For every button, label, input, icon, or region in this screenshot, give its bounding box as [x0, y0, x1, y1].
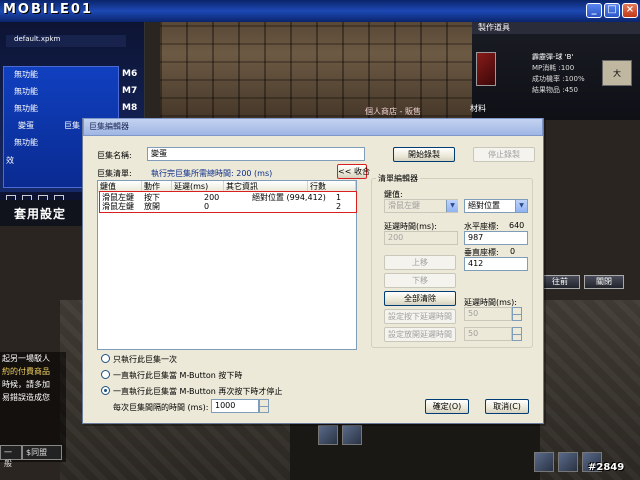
- vertical-coord-value: 0: [510, 247, 516, 256]
- close-icon[interactable]: ×: [622, 3, 638, 18]
- materials-label: 材料: [470, 104, 486, 113]
- chevron-down-icon[interactable]: ▼: [446, 200, 458, 212]
- release-delay-input[interactable]: 50: [464, 327, 512, 341]
- column-header[interactable]: 鍵值: [98, 181, 142, 192]
- crafting-title: 製作道具: [472, 22, 640, 34]
- set-release-delay-button[interactable]: 設定放開延遲時間: [384, 327, 456, 342]
- previous-button[interactable]: 往前: [540, 275, 580, 289]
- ok-button[interactable]: 確定(O): [425, 399, 469, 414]
- restore-icon[interactable]: □: [604, 3, 620, 18]
- macro-editor-dialog: 巨集編輯器 巨集名稱: 變蛋 開始錄製 停止錄製 巨集清單: 執行完巨集所需總時…: [82, 118, 544, 424]
- macro-key-item[interactable]: 無功能: [14, 103, 38, 114]
- list-editor-title: 清單編輯器: [376, 173, 420, 184]
- cell-delay: 0: [204, 202, 210, 211]
- macro-key-item[interactable]: 無功能: [14, 86, 38, 97]
- interval-input[interactable]: 1000: [211, 399, 259, 413]
- move-down-button[interactable]: 下移: [384, 273, 456, 288]
- skill-icon[interactable]: [342, 425, 362, 445]
- run-once-radio[interactable]: [101, 354, 110, 363]
- clear-all-button[interactable]: 全部清除: [384, 291, 456, 306]
- mkey-label: M8: [122, 103, 138, 113]
- run-while-held-label: 一直執行此巨集當 M-Button 按下時: [113, 371, 243, 380]
- item-stat: 結果物品 :450: [532, 86, 578, 94]
- macro-name-label: 巨集名稱:: [97, 151, 132, 160]
- column-header[interactable]: 其它資訊: [224, 181, 308, 192]
- item-stat: 成功機率 :100%: [532, 75, 585, 83]
- macro-list-header: 鍵值 動作 延遲(ms) 其它資訊 行數: [98, 181, 356, 192]
- chevron-down-icon[interactable]: ▼: [515, 200, 527, 212]
- macro-list-label: 巨集清單:: [97, 169, 132, 178]
- cell-action: 按下: [144, 193, 160, 202]
- minimize-icon[interactable]: _: [586, 3, 602, 18]
- table-row[interactable]: 滑鼠左鍵 按下 200 絕對位置 (994,412) 1: [98, 193, 356, 202]
- list-editor-group: 清單編輯器 鍵值: 滑鼠左鍵 ▼ 絕對位置 ▼ 延遲時間(ms): 200 水平…: [371, 173, 533, 348]
- table-row[interactable]: 滑鼠左鍵 放開 0 2: [98, 202, 356, 211]
- chat-line: 起另一場駁人: [2, 354, 50, 363]
- macro-key-item[interactable]: 無功能: [14, 137, 38, 148]
- crafting-panel: 製作道具 霹靂彈-球 'B' MP消耗 :100 成功機率 :100% 結果物品…: [472, 22, 640, 120]
- macro-list[interactable]: 鍵值 動作 延遲(ms) 其它資訊 行數 滑鼠左鍵 按下 200 絕對位置 (9…: [97, 180, 357, 350]
- item-tag: 大: [602, 60, 632, 86]
- column-header[interactable]: 延遲(ms): [172, 181, 224, 192]
- press-delay-input[interactable]: 50: [464, 307, 512, 321]
- macro-filename[interactable]: default.xpkm: [6, 35, 126, 47]
- cell-line: 2: [336, 202, 342, 211]
- mkey-label: M6: [122, 69, 138, 79]
- macro-name-input[interactable]: 變蛋: [147, 147, 365, 161]
- run-while-held-radio[interactable]: [101, 370, 110, 379]
- run-until-pressed-radio[interactable]: [101, 386, 110, 395]
- skill-icon[interactable]: [318, 425, 338, 445]
- column-header[interactable]: 行數: [308, 181, 356, 192]
- run-once-label: 只執行此巨集一次: [113, 355, 177, 364]
- chat-tabs: 一般 $同盟: [0, 445, 80, 468]
- stop-record-button[interactable]: 停止錄製: [473, 147, 535, 162]
- cell-key: 滑鼠左鍵: [102, 193, 134, 202]
- item-icon[interactable]: [476, 52, 496, 86]
- move-up-button[interactable]: 上移: [384, 255, 456, 270]
- start-record-button[interactable]: 開始錄製: [393, 147, 455, 162]
- window-titlebar: MOBILE01 _ □ ×: [0, 0, 640, 22]
- mkey-label: M7: [122, 86, 138, 96]
- vertical-coord-input[interactable]: 412: [464, 257, 528, 271]
- set-press-delay-button[interactable]: 設定按下延遲時間: [384, 309, 456, 324]
- interval-label: 每次巨集間隔的時間 (ms):: [113, 403, 209, 412]
- column-header[interactable]: 動作: [142, 181, 172, 192]
- skill-icon[interactable]: [558, 452, 578, 472]
- chat-tab-alliance[interactable]: $同盟: [22, 445, 62, 460]
- macro-key-item-partial: 效: [6, 156, 14, 165]
- apply-settings-banner[interactable]: 套用設定: [0, 200, 90, 226]
- macro-key-item-partial: 巨集: [64, 121, 80, 130]
- release-delay-spinner[interactable]: [512, 327, 522, 341]
- cell-delay: 200: [204, 193, 220, 202]
- watermark: #2849: [588, 462, 625, 473]
- run-until-pressed-label: 一直執行此巨集當 M-Button 再次按下時才停止: [113, 387, 283, 396]
- cell-info: 絕對位置 (994,412): [252, 193, 326, 202]
- chat-tab-general[interactable]: 一般: [0, 445, 22, 468]
- collapse-button[interactable]: << 收合: [337, 164, 370, 179]
- horizontal-coord-value: 640: [509, 221, 525, 230]
- skill-icon[interactable]: [534, 452, 554, 472]
- cell-action: 放開: [144, 202, 160, 211]
- private-shop-label: 個人商店 - 販售: [365, 107, 421, 116]
- macro-key-item[interactable]: 變蛋: [18, 120, 34, 131]
- press-delay-spinner[interactable]: [512, 307, 522, 321]
- item-name: 霹靂彈-球 'B': [532, 53, 574, 61]
- chat-line: 時候，請多加: [2, 380, 50, 389]
- chat-line: 易錯誤造成您: [2, 393, 50, 402]
- total-exec-time: 執行完巨集所需總時間: 200 (ms): [151, 169, 273, 178]
- interval-spinner[interactable]: [259, 399, 269, 413]
- cell-key: 滑鼠左鍵: [102, 202, 134, 211]
- close-panel-button[interactable]: 關閉: [584, 275, 624, 289]
- dialog-title: 巨集編輯器: [83, 118, 543, 136]
- cell-line: 1: [336, 193, 342, 202]
- cancel-button[interactable]: 取消(C): [485, 399, 529, 414]
- horizontal-coord-input[interactable]: 987: [464, 231, 528, 245]
- site-logo: MOBILE01: [3, 2, 93, 17]
- macro-key-item[interactable]: 無功能: [14, 69, 38, 80]
- item-stat: MP消耗 :100: [532, 64, 575, 72]
- chat-line: 約的付費商品: [2, 367, 50, 376]
- delay-input[interactable]: 200: [384, 231, 458, 245]
